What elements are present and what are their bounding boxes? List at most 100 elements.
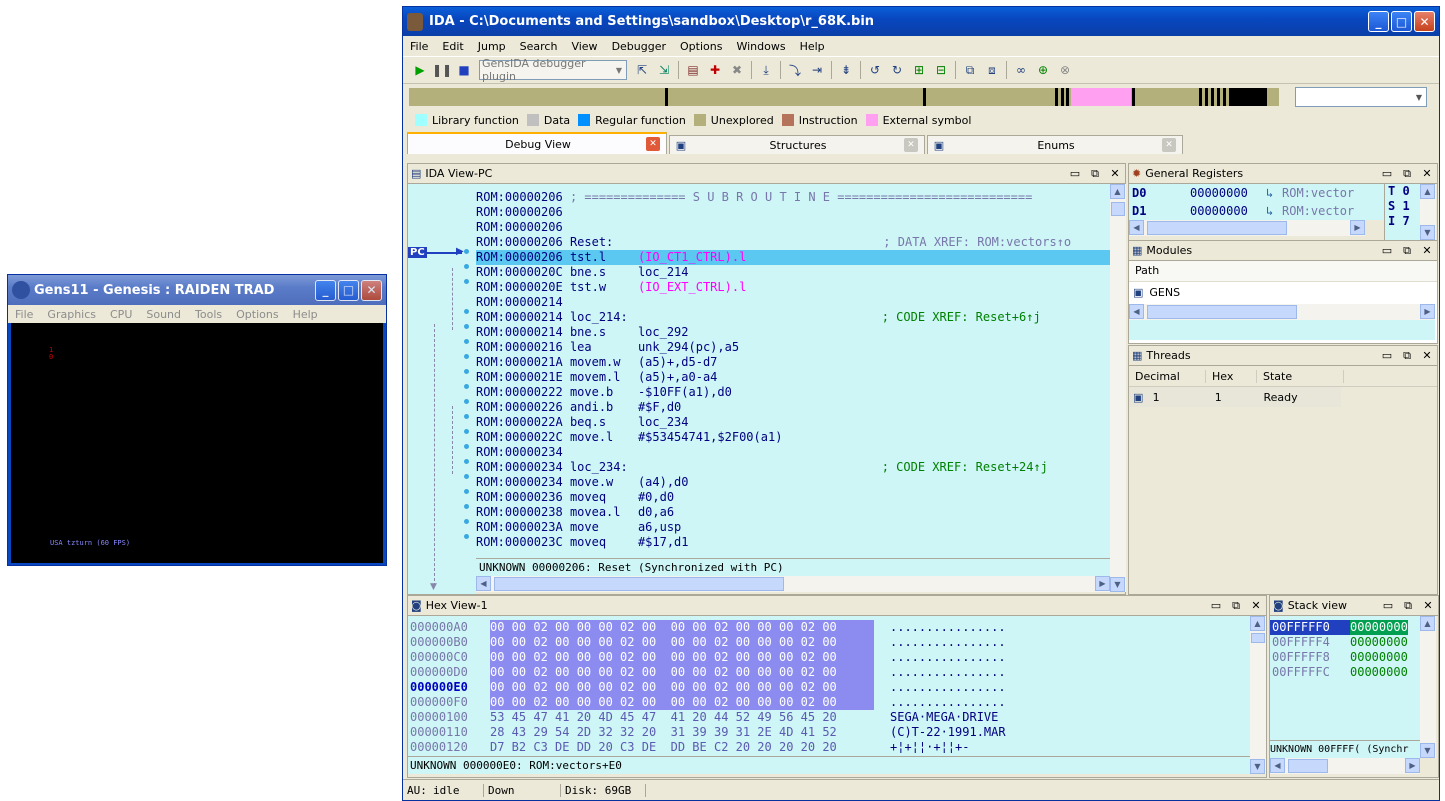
ida-titlebar[interactable]: IDA - C:\Documents and Settings\sandbox\… xyxy=(403,7,1439,36)
asm-line[interactable]: ROM:00000234 xyxy=(476,445,1110,460)
flag-row[interactable]: I 7 xyxy=(1385,214,1421,229)
close-tab-icon[interactable]: ✕ xyxy=(646,137,660,151)
close-panel-button[interactable]: ✕ xyxy=(1418,599,1438,612)
asm-line[interactable]: ROM:00000222 move.b -$10FF(a1),d0 xyxy=(476,385,1110,400)
minimize-panel-button[interactable]: ▭ xyxy=(1065,167,1085,180)
breakpoint-dot[interactable] xyxy=(464,504,469,509)
restore-panel-button[interactable]: ⧉ xyxy=(1226,599,1246,613)
minimize-button[interactable]: _ xyxy=(315,279,336,301)
menu-item[interactable]: Help xyxy=(286,308,325,321)
trace-into-icon[interactable]: ⊞ xyxy=(909,60,929,80)
close-button[interactable]: ✕ xyxy=(1414,11,1435,32)
breakpoint-dot[interactable] xyxy=(464,489,469,494)
hex-row[interactable]: 00000120 D7 B2 C3 DE DD 20 C3 DE DD BE C2… xyxy=(408,740,1250,755)
window-icon[interactable]: ⧉ xyxy=(960,60,980,80)
restore-panel-button[interactable]: ⧉ xyxy=(1397,167,1417,181)
hex-row[interactable]: 000000C0 00 00 02 00 00 00 02 00 00 00 02… xyxy=(408,650,1250,665)
run-to-cursor-icon[interactable]: ⇥ xyxy=(807,60,827,80)
chevron-down-icon[interactable]: ▼ xyxy=(1412,93,1426,102)
minimize-panel-button[interactable]: ▭ xyxy=(1378,599,1398,612)
step-over-icon[interactable]: ⤵ xyxy=(785,60,805,80)
menu-item[interactable]: CPU xyxy=(103,308,139,321)
minimize-panel-button[interactable]: ▭ xyxy=(1377,349,1397,362)
hex-row[interactable]: 00000100 53 45 47 41 20 4D 45 47 41 20 44… xyxy=(408,710,1250,725)
asm-line[interactable]: ROM:00000206 xyxy=(476,205,1110,220)
module-item[interactable]: ▣ GENS xyxy=(1129,282,1437,302)
menu-item[interactable]: Windows xyxy=(729,40,792,53)
close-panel-button[interactable]: ✕ xyxy=(1417,167,1437,180)
gens-titlebar[interactable]: Gens11 - Genesis : RAIDEN TRAD _ □ ✕ xyxy=(8,275,386,305)
maximize-button[interactable]: □ xyxy=(1391,11,1412,32)
asm-line[interactable]: ROM:00000234 move.w (a4),d0 xyxy=(476,475,1110,490)
step-into-icon[interactable]: ⤓ xyxy=(756,60,776,80)
menu-item[interactable]: Jump xyxy=(471,40,513,53)
breakpoint-dot[interactable] xyxy=(464,309,469,314)
thread-row[interactable]: ▣ 1 1 Ready xyxy=(1129,387,1341,407)
jump-arrow-icon[interactable]: ↳ xyxy=(1266,202,1282,220)
breakpoint-dot[interactable] xyxy=(464,444,469,449)
asm-line[interactable]: ROM:00000214 loc_214:; CODE XREF: Reset+… xyxy=(476,310,1110,325)
tab-debug-view[interactable]: Debug View ✕ xyxy=(407,132,667,154)
flag-row[interactable]: S 1 xyxy=(1385,199,1421,214)
asm-line[interactable]: ROM:00000226 andi.b #$F,d0 xyxy=(476,400,1110,415)
minimize-panel-button[interactable]: ▭ xyxy=(1377,244,1397,257)
asm-line[interactable]: ROM:00000236 moveq #0,d0 xyxy=(476,490,1110,505)
hex-dump[interactable]: 000000A0 00 00 02 00 00 00 02 00 00 00 02… xyxy=(408,616,1250,756)
asm-vscrollbar[interactable]: ▲ ▼ xyxy=(1110,184,1126,592)
stack-row[interactable]: 00FFFFFC 00000000 xyxy=(1270,665,1420,680)
register-row[interactable]: D1 00000000 ↳ ROM:vector xyxy=(1129,202,1384,220)
asm-line[interactable]: ROM:0000020E tst.w (IO_EXT_CTRL).l xyxy=(476,280,1110,295)
watch-icon[interactable]: ∞ xyxy=(1011,60,1031,80)
delete-watch-icon[interactable]: ⊗ xyxy=(1055,60,1075,80)
pause-icon[interactable]: ❚❚ xyxy=(432,60,452,80)
add-breakpoint-icon[interactable]: ✚ xyxy=(705,60,725,80)
breakpoint-dot[interactable] xyxy=(464,519,469,524)
threads-column[interactable]: State xyxy=(1257,369,1344,383)
menu-item[interactable]: Options xyxy=(229,308,285,321)
menu-item[interactable]: File xyxy=(8,308,40,321)
menu-item[interactable]: File xyxy=(403,40,435,53)
asm-line[interactable]: ROM:00000206 xyxy=(476,220,1110,235)
hex-row[interactable]: 000000A0 00 00 02 00 00 00 02 00 00 00 02… xyxy=(408,620,1250,635)
modules-hscrollbar[interactable]: ◀ ▶ xyxy=(1129,304,1435,320)
registers-hscrollbar[interactable]: ◀ ▶ xyxy=(1129,220,1365,236)
close-button[interactable]: ✕ xyxy=(361,279,382,301)
asm-line[interactable]: ROM:0000021A movem.w (a5)+,d5-d7 xyxy=(476,355,1110,370)
chevron-down-icon[interactable]: ▼ xyxy=(612,66,626,75)
nav-select[interactable]: ▼ xyxy=(1295,87,1427,107)
tab-enums[interactable]: ▣ Enums ✕ xyxy=(927,135,1183,154)
menu-item[interactable]: Debugger xyxy=(605,40,673,53)
trace-icon[interactable]: ↺ xyxy=(865,60,885,80)
close-panel-button[interactable]: ✕ xyxy=(1246,599,1266,612)
restore-panel-button[interactable]: ⧉ xyxy=(1397,244,1417,258)
hex-vscrollbar[interactable]: ▲ ▼ xyxy=(1250,616,1266,774)
asm-line[interactable]: ROM:0000023A move a6,usp xyxy=(476,520,1110,535)
menu-item[interactable]: Help xyxy=(793,40,832,53)
breakpoint-dot[interactable] xyxy=(464,459,469,464)
register-list[interactable]: D0 00000000 ↳ ROM:vector D1 00000000 ↳ ROM:vect… xyxy=(1129,184,1384,220)
asm-line[interactable]: ROM:00000206 Reset:; DATA XREF: ROM:vect… xyxy=(476,235,1110,250)
close-tab-icon[interactable]: ✕ xyxy=(904,138,918,152)
navigation-band[interactable] xyxy=(409,88,1279,106)
process-options-icon[interactable]: ▤ xyxy=(683,60,703,80)
asm-line[interactable]: ROM:0000020C bne.s loc_214 xyxy=(476,265,1110,280)
breakpoint-dot[interactable] xyxy=(464,429,469,434)
asm-line[interactable]: ROM:00000206 tst.l (IO_CT1_CTRL).l xyxy=(476,250,1110,265)
minimize-panel-button[interactable]: ▭ xyxy=(1377,167,1397,180)
jump-arrow-icon[interactable]: ↳ xyxy=(1266,184,1282,202)
menu-item[interactable]: Sound xyxy=(139,308,188,321)
asm-line[interactable]: ROM:00000234 loc_234:; CODE XREF: Reset+… xyxy=(476,460,1110,475)
restore-panel-button[interactable]: ⧉ xyxy=(1085,167,1105,181)
trace-over-icon[interactable]: ⊟ xyxy=(931,60,951,80)
debugger-select[interactable]: GensIDA debugger plugin ▼ xyxy=(479,57,627,83)
minimize-button[interactable]: _ xyxy=(1368,11,1389,32)
flag-row[interactable]: T 0 xyxy=(1385,184,1421,199)
menu-item[interactable]: Search xyxy=(513,40,565,53)
minimize-panel-button[interactable]: ▭ xyxy=(1206,599,1226,612)
add-watch-icon[interactable]: ⊕ xyxy=(1033,60,1053,80)
stack-vscrollbar[interactable]: ▲ ▼ xyxy=(1420,616,1436,758)
detach-icon[interactable]: ⇲ xyxy=(654,60,674,80)
flag-list[interactable]: T 0S 1I 7 xyxy=(1384,184,1421,240)
start-process-icon[interactable]: ▶ xyxy=(410,60,430,80)
hex-row[interactable]: 00000110 28 43 29 54 2D 32 32 20 31 39 39… xyxy=(408,725,1250,740)
